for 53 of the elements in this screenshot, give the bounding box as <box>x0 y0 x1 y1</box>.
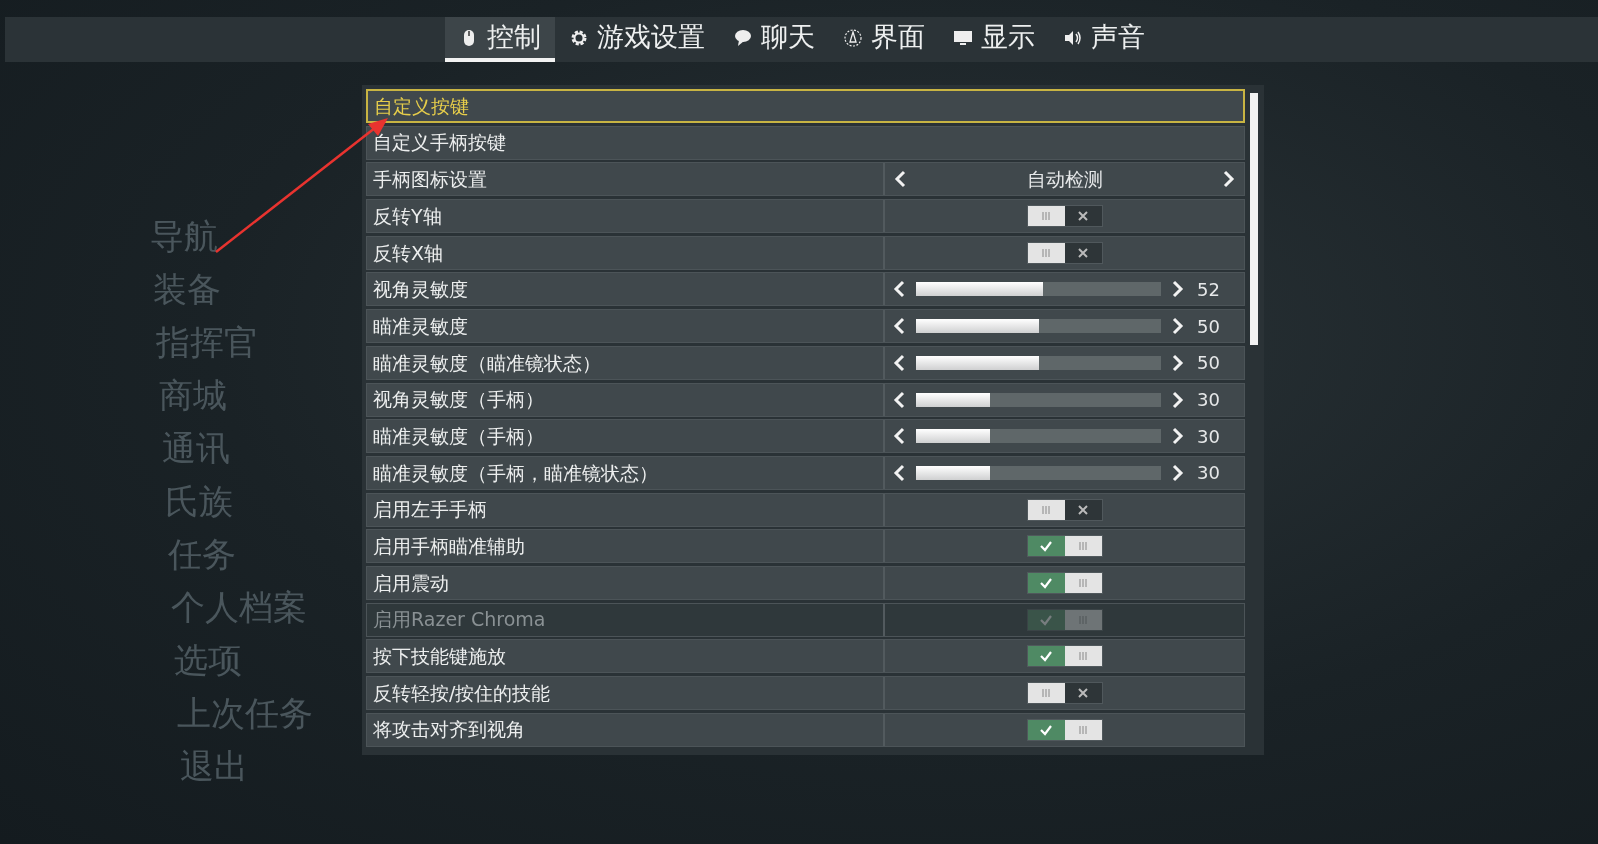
tab[interactable]: 显示 <box>938 17 1049 62</box>
slider-value: 52 <box>1197 277 1221 302</box>
menu-row[interactable]: 自定义按键 <box>366 89 1245 123</box>
slider-track[interactable] <box>916 429 1161 444</box>
toggle-switch[interactable] <box>1026 682 1103 704</box>
selector-value: 自动检测 <box>1025 167 1104 193</box>
setting-label: 启用左手手柄 <box>367 493 885 526</box>
slider-track[interactable] <box>916 282 1161 297</box>
setting-label: 按下技能键施放 <box>367 640 885 673</box>
slider-track[interactable] <box>916 319 1161 334</box>
menu-item[interactable]: 退出 <box>180 748 313 784</box>
slider-track[interactable] <box>916 465 1161 480</box>
toggle-switch[interactable] <box>1026 645 1103 668</box>
slider-value: 50 <box>1197 314 1221 339</box>
tab[interactable]: 控制 <box>444 17 555 62</box>
setting-label: 将攻击对齐到视角 <box>367 713 885 746</box>
tab[interactable]: 游戏设置 <box>554 17 719 62</box>
setting-label: 反转X轴 <box>367 236 885 269</box>
setting-label: 启用Razer Chroma <box>367 603 885 636</box>
setting-label: 反转轻按/按住的技能 <box>367 677 885 709</box>
setting-label: 视角灵敏度（手柄） <box>367 383 885 416</box>
setting-label: 反转Y轴 <box>367 200 885 233</box>
tab[interactable]: 声音 <box>1048 17 1159 62</box>
menu-item[interactable]: 上次任务 <box>177 695 313 731</box>
slider-value: 30 <box>1197 424 1221 449</box>
slider-value: 30 <box>1197 388 1221 412</box>
setting-label: 手柄图标设置 <box>367 163 885 196</box>
toggle-switch[interactable] <box>1026 718 1103 741</box>
menu-item[interactable]: 个人档案 <box>171 589 313 625</box>
tab[interactable]: 聊天 <box>718 17 829 62</box>
toggle-switch[interactable] <box>1026 241 1103 264</box>
setting-label: 视角灵敏度 <box>367 273 885 306</box>
slider-track[interactable] <box>916 355 1161 370</box>
menu-item[interactable]: 选项 <box>174 642 313 678</box>
toggle-switch[interactable] <box>1026 535 1103 558</box>
chat-bubble-icon <box>732 27 753 48</box>
setting-label: 瞄准灵敏度 <box>367 310 885 343</box>
setting-label: 启用手柄瞄准辅助 <box>367 530 885 563</box>
compass-icon <box>842 27 863 48</box>
slider-track[interactable] <box>916 392 1161 407</box>
setting-label: 自定义手柄按键 <box>372 130 507 156</box>
scroll-thumb[interactable] <box>1250 93 1258 345</box>
slider-value: 50 <box>1197 351 1221 376</box>
setting-label: 启用震动 <box>367 566 885 599</box>
toggle-switch[interactable] <box>1026 205 1103 228</box>
setting-label: 瞄准灵敏度（瞄准镜状态） <box>367 346 885 379</box>
toggle-switch[interactable] <box>1026 571 1103 594</box>
slider-value: 30 <box>1197 461 1221 486</box>
toggle-switch[interactable] <box>1026 498 1103 521</box>
setting-label: 瞄准灵敏度（手柄，瞄准镜状态） <box>367 456 885 489</box>
menu-item[interactable]: 任务 <box>168 536 313 572</box>
tab[interactable]: 界面 <box>828 17 939 62</box>
setting-label: 瞄准灵敏度（手柄） <box>367 420 885 453</box>
